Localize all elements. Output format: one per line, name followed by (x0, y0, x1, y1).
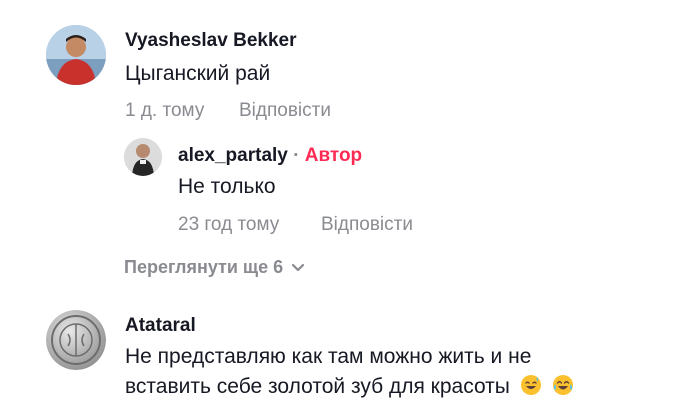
chevron-down-icon (291, 263, 305, 273)
view-more-replies-button[interactable]: Переглянути ще 6 (124, 257, 305, 278)
avatar[interactable] (124, 138, 162, 176)
reply-author[interactable]: alex_partaly · Автор (178, 145, 362, 167)
reply-button[interactable]: Відповісти (321, 214, 413, 236)
comment-author[interactable]: Atataral (125, 315, 196, 337)
comment-timestamp: 1 д. тому (125, 100, 205, 121)
view-more-label: Переглянути ще 6 (124, 257, 284, 277)
reply-button[interactable]: Відповісти (239, 100, 331, 122)
comment-author[interactable]: Vyasheslav Bekker (125, 30, 296, 52)
comment-text: Цыганский рай (125, 62, 271, 85)
reply-timestamp: 23 год тому (178, 214, 280, 235)
avatar[interactable] (46, 25, 106, 85)
sweat-smile-icon (520, 374, 542, 396)
comment-text-line: вставить себе золотой зуб для красоты (125, 372, 574, 402)
comment-text-line: Не представляю как там можно жить и не (125, 345, 532, 368)
avatar[interactable] (46, 310, 106, 370)
author-badge: Автор (304, 145, 363, 166)
comment-text-line-content: вставить себе золотой зуб для красоты (125, 375, 510, 398)
reply-author-name[interactable]: alex_partaly (178, 145, 288, 166)
reply-text: Не только (178, 175, 276, 198)
separator: · (293, 145, 300, 166)
joy-icon (552, 374, 574, 396)
